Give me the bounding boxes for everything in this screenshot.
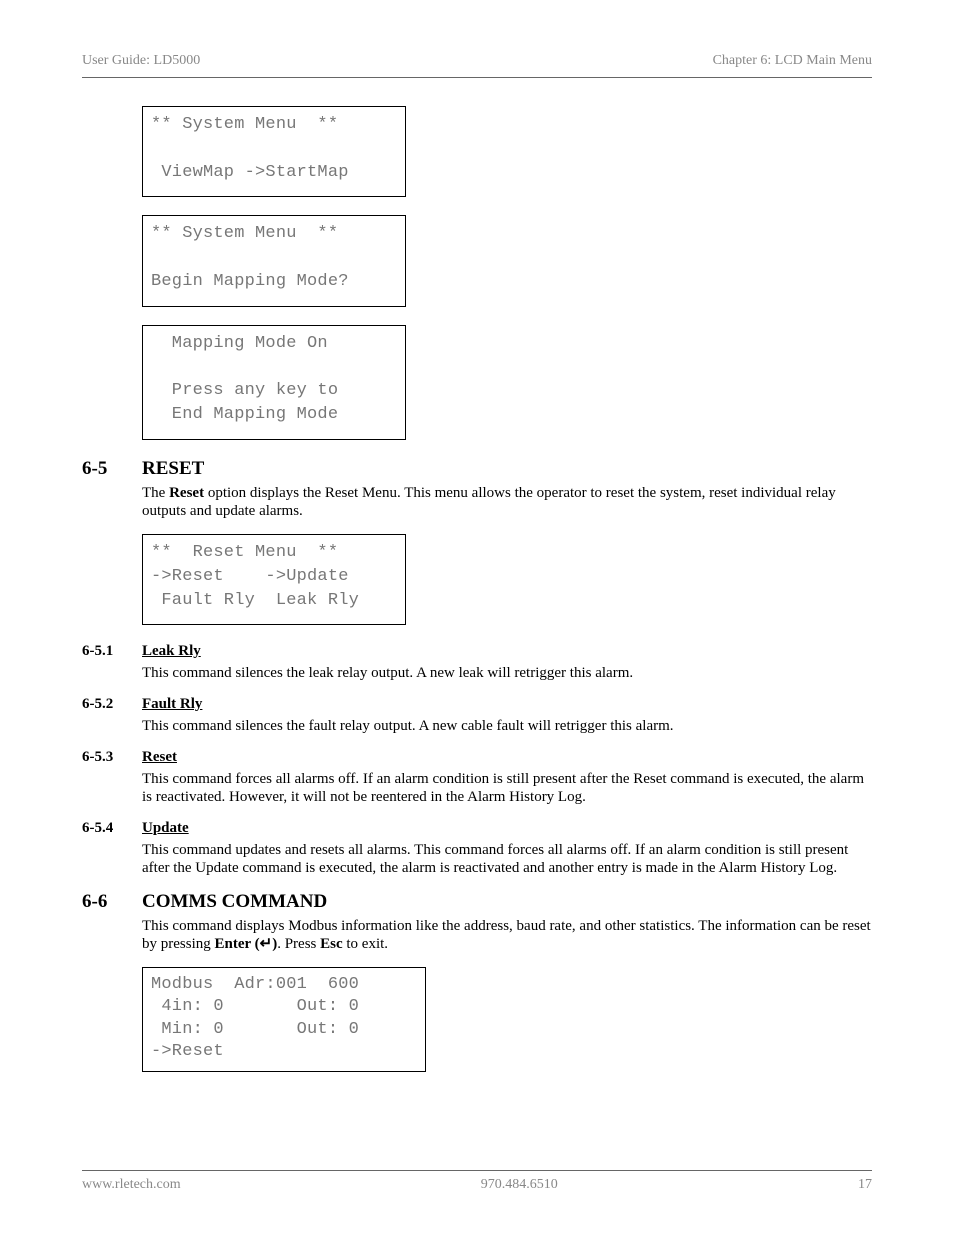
- subsection-number: 6-5.4: [82, 820, 142, 837]
- lcd-screen-2: ** System Menu ** Begin Mapping Mode?: [142, 215, 872, 306]
- section-title: COMMS COMMAND: [142, 891, 327, 913]
- section-6-5-4: 6-5.4 Update: [82, 820, 872, 837]
- lcd-display: ** System Menu ** ViewMap ->StartMap: [142, 106, 406, 197]
- subsection-title: Fault Rly: [142, 696, 202, 713]
- section-title: RESET: [142, 458, 204, 480]
- lcd-display: Modbus Adr:001 600 4in: 0 Out: 0 Min: 0 …: [142, 967, 426, 1071]
- page-header: User Guide: LD5000 Chapter 6: LCD Main M…: [82, 53, 872, 78]
- lcd-display: ** Reset Menu ** ->Reset ->Update Fault …: [142, 534, 406, 625]
- footer-left: www.rletech.com: [82, 1177, 181, 1193]
- section-number: 6-6: [82, 891, 142, 913]
- subsection-body: This command silences the leak relay out…: [142, 664, 872, 682]
- subsection-title: Reset: [142, 749, 177, 766]
- page-footer: www.rletech.com 970.484.6510 17: [82, 1170, 872, 1193]
- subsection-body: This command forces all alarms off. If a…: [142, 770, 872, 806]
- lcd-display: ** System Menu ** Begin Mapping Mode?: [142, 215, 406, 306]
- subsection-number: 6-5.1: [82, 643, 142, 660]
- header-right: Chapter 6: LCD Main Menu: [713, 53, 872, 69]
- header-left: User Guide: LD5000: [82, 53, 200, 69]
- section-6-5: 6-5 RESET: [82, 458, 872, 480]
- subsection-title: Update: [142, 820, 189, 837]
- section-6-5-2: 6-5.2 Fault Rly: [82, 696, 872, 713]
- section-intro: The Reset option displays the Reset Menu…: [142, 484, 872, 520]
- lcd-screen-3: Mapping Mode On Press any key to End Map…: [142, 325, 872, 440]
- section-6-5-3: 6-5.3 Reset: [82, 749, 872, 766]
- subsection-title: Leak Rly: [142, 643, 201, 660]
- section-body: This command displays Modbus information…: [142, 917, 872, 953]
- section-6-6: 6-6 COMMS COMMAND: [82, 891, 872, 913]
- lcd-screen-1: ** System Menu ** ViewMap ->StartMap: [142, 106, 872, 197]
- lcd-display: Mapping Mode On Press any key to End Map…: [142, 325, 406, 440]
- lcd-screen-4: ** Reset Menu ** ->Reset ->Update Fault …: [142, 534, 872, 625]
- footer-mid: 970.484.6510: [481, 1177, 558, 1193]
- subsection-body: This command silences the fault relay ou…: [142, 717, 872, 735]
- subsection-number: 6-5.2: [82, 696, 142, 713]
- footer-right: 17: [858, 1177, 872, 1193]
- section-6-5-1: 6-5.1 Leak Rly: [82, 643, 872, 660]
- section-number: 6-5: [82, 458, 142, 480]
- lcd-screen-5: Modbus Adr:001 600 4in: 0 Out: 0 Min: 0 …: [142, 967, 872, 1071]
- page: User Guide: LD5000 Chapter 6: LCD Main M…: [0, 0, 954, 1235]
- subsection-body: This command updates and resets all alar…: [142, 841, 872, 877]
- subsection-number: 6-5.3: [82, 749, 142, 766]
